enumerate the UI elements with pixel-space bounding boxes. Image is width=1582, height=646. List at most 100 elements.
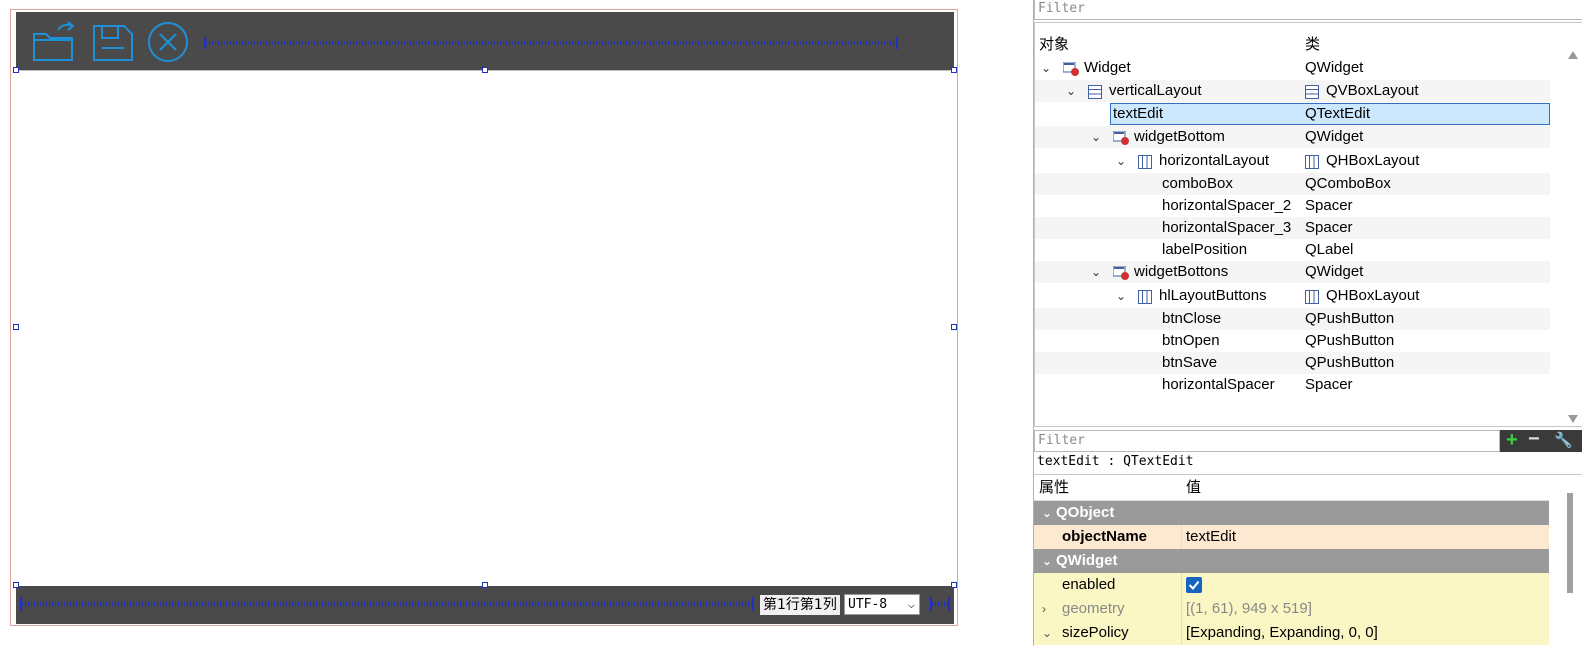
tree-row-class: Spacer [1305, 219, 1353, 236]
chevron-down-icon[interactable]: ⌄ [1039, 57, 1053, 79]
tree-row[interactable]: horizontalSpacer_2 Spacer [1035, 195, 1550, 217]
vbox-layout-icon [1305, 84, 1319, 99]
chevron-right-icon[interactable]: › [1042, 597, 1046, 621]
tree-row-name: textEdit [1113, 105, 1164, 122]
vbox-layout-icon [1088, 84, 1102, 99]
enabled-checkbox[interactable] [1186, 577, 1202, 593]
tree-row-name: btnSave [1162, 354, 1218, 371]
encoding-combobox[interactable]: UTF-8 ⌵ [844, 594, 920, 615]
label-position: 第1行第1列 [760, 595, 840, 615]
resize-handle[interactable] [951, 582, 957, 588]
hbox-layout-icon [1138, 154, 1152, 169]
save-icon[interactable] [88, 20, 138, 64]
tree-row[interactable]: ⌄ hlLayoutButtons QHBoxLayout [1035, 285, 1550, 307]
tree-row[interactable]: labelPosition QLabel [1035, 239, 1550, 261]
chevron-down-icon[interactable]: ⌄ [1089, 126, 1103, 148]
tree-row[interactable]: horizontalSpacer_3 Spacer [1035, 217, 1550, 239]
property-header: 属性 值 [1034, 475, 1549, 501]
tree-row-name: labelPosition [1162, 241, 1248, 258]
chevron-down-icon[interactable]: ⌄ [1089, 261, 1103, 283]
tree-row[interactable]: btnClose QPushButton [1035, 308, 1550, 330]
tree-row[interactable]: ⌄ widgetBottons QWidget [1035, 261, 1550, 283]
resize-handle[interactable] [13, 67, 19, 73]
column-object: 对象 [1039, 36, 1070, 53]
tree-row[interactable]: ⌄ horizontalLayout QHBoxLayout [1035, 150, 1550, 172]
tree-row[interactable]: btnOpen QPushButton [1035, 330, 1550, 352]
resize-handle[interactable] [482, 582, 488, 588]
prop-row-geometry[interactable]: › geometry [(1, 61), 949 x 519] [1034, 597, 1549, 621]
column-divider [1181, 597, 1182, 621]
prop-row-objectname[interactable]: objectName textEdit [1034, 525, 1549, 549]
tree-row[interactable]: ⌄ verticalLayout QVBoxLayout [1035, 80, 1550, 102]
tree-row-class: QLabel [1305, 241, 1354, 258]
wrench-icon[interactable]: 🔧 [1554, 431, 1573, 449]
property-filter-input[interactable]: Filter [1034, 430, 1500, 452]
object-inspector-header: 对象 类 [1035, 31, 1550, 55]
tree-row[interactable]: ⌄ widgetBottom QWidget [1035, 126, 1550, 148]
tree-row[interactable]: comboBox QComboBox [1035, 173, 1550, 195]
tree-row-name: horizontalSpacer_2 [1162, 197, 1292, 214]
prop-row-sizepolicy[interactable]: ⌄ sizePolicy [Expanding, Expanding, 0, 0… [1034, 621, 1549, 645]
hbox-layout-icon [1305, 154, 1319, 169]
encoding-value: UTF-8 [848, 597, 888, 612]
form-widget[interactable]: 第1行第1列 UTF-8 ⌵ [10, 9, 958, 626]
designer-canvas[interactable]: 第1行第1列 UTF-8 ⌵ [0, 0, 1033, 646]
tree-row-name: Widget [1084, 59, 1131, 76]
tree-row-selected[interactable]: textEdit QTextEdit [1035, 103, 1550, 125]
minus-icon[interactable]: − [1528, 428, 1540, 451]
chevron-down-icon[interactable]: ⌄ [1114, 285, 1128, 307]
resize-handle[interactable] [482, 67, 488, 73]
tree-row[interactable]: btnSave QPushButton [1035, 352, 1550, 374]
resize-handle[interactable] [13, 582, 19, 588]
tree-row-class: QVBoxLayout [1326, 82, 1419, 99]
tree-row-name: widgetBottons [1134, 263, 1229, 280]
horizontal-spacer-2 [20, 597, 754, 611]
tree-row-name: verticalLayout [1109, 82, 1202, 99]
tree-row-class: QHBoxLayout [1326, 287, 1420, 304]
tree-row-name: horizontalSpacer [1162, 376, 1275, 393]
inspector-scrollbar[interactable] [1566, 47, 1580, 427]
resize-handle[interactable] [13, 324, 19, 330]
tree-row-class: QPushButton [1305, 332, 1395, 349]
tree-row-class: QWidget [1305, 263, 1364, 280]
tree-row[interactable]: horizontalSpacer Spacer [1035, 374, 1550, 396]
property-scrollbar[interactable] [1549, 475, 1582, 646]
tree-row-class: QWidget [1305, 59, 1364, 76]
check-icon [1188, 580, 1200, 591]
property-toolbar: + − 🔧 [1500, 428, 1582, 452]
widget-icon [1062, 61, 1079, 76]
resize-handle[interactable] [951, 324, 957, 330]
group-qwidget[interactable]: ⌄ QWidget [1034, 549, 1549, 573]
chevron-down-icon[interactable]: ⌄ [1042, 501, 1052, 525]
plus-icon[interactable]: + [1506, 429, 1518, 452]
text-edit[interactable] [16, 70, 954, 585]
prop-name: objectName [1062, 528, 1148, 545]
tree-row-name: hlLayoutButtons [1159, 287, 1267, 304]
chevron-down-icon[interactable]: ⌄ [1042, 621, 1052, 645]
property-editor-title: textEdit : QTextEdit [1037, 454, 1194, 469]
hbox-layout-icon [1305, 289, 1319, 304]
prop-value[interactable]: textEdit [1186, 525, 1236, 549]
open-folder-icon[interactable] [28, 20, 78, 64]
column-divider [1181, 525, 1182, 549]
tree-row-class: QHBoxLayout [1326, 152, 1420, 169]
object-inspector[interactable]: 对象 类 ⌄ Widget QWidget ⌄ verticalLayout Q… [1034, 22, 1582, 427]
tree-row[interactable]: ⌄ Widget QWidget [1035, 57, 1550, 79]
designer-side-panel: Filter 对象 类 ⌄ Widget QWidget ⌄ verticalL… [1033, 0, 1582, 646]
group-qobject[interactable]: ⌄ QObject [1034, 501, 1549, 525]
close-circle-icon[interactable] [146, 20, 196, 64]
chevron-down-icon[interactable]: ⌄ [1064, 80, 1078, 102]
property-editor[interactable]: 属性 值 ⌄ QObject objectName textEdit ⌄ QWi… [1034, 474, 1582, 646]
object-filter-input[interactable]: Filter [1034, 0, 1582, 20]
widget-icon [1112, 265, 1129, 280]
chevron-down-icon[interactable]: ⌄ [1114, 150, 1128, 172]
chevron-down-icon[interactable]: ⌄ [1042, 549, 1052, 573]
prop-value[interactable]: [Expanding, Expanding, 0, 0] [1186, 621, 1378, 645]
widget-bottom-bar[interactable]: 第1行第1列 UTF-8 ⌵ [16, 586, 954, 624]
resize-handle[interactable] [951, 67, 957, 73]
tree-row-name: btnClose [1162, 310, 1222, 327]
widget-icon [1112, 130, 1129, 145]
widget-buttons-bar[interactable] [16, 12, 954, 70]
prop-row-enabled[interactable]: enabled [1034, 573, 1549, 597]
horizontal-spacer [204, 36, 898, 49]
